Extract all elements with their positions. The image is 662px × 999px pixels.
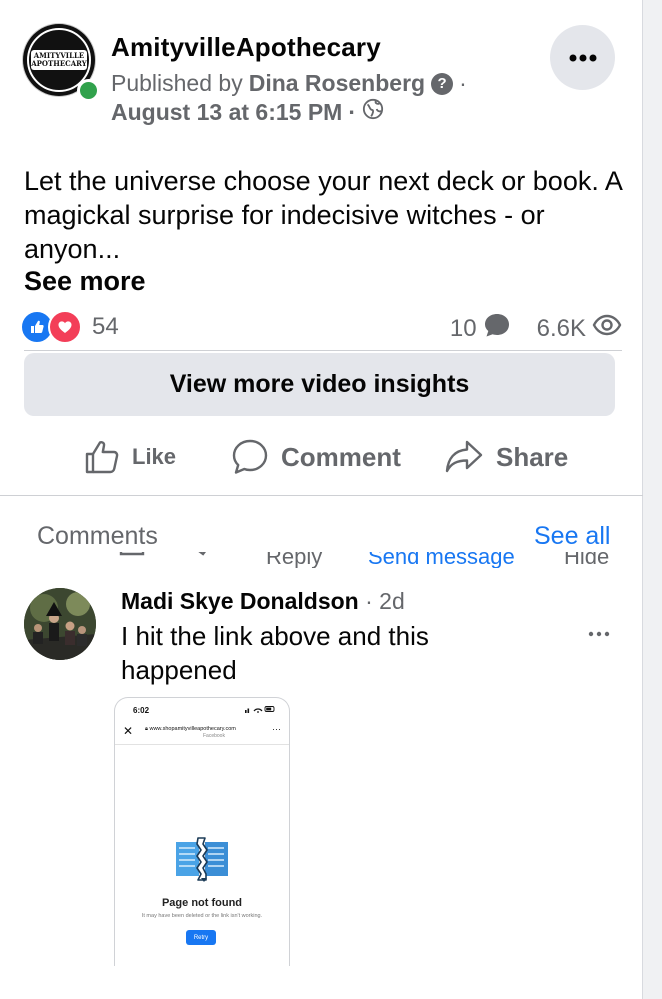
- comment-icon: [232, 439, 268, 474]
- comment-count[interactable]: 10: [450, 315, 477, 343]
- divider: [115, 744, 289, 745]
- comment-bubble-icon: [483, 312, 511, 345]
- reaction-count: 54: [92, 313, 119, 340]
- reactions-summary[interactable]: 54: [20, 310, 119, 344]
- attachment-retry-button: Retry: [186, 930, 216, 945]
- partial-comment-actions: Reply Send message Hide: [118, 552, 618, 568]
- question-icon[interactable]: ?: [431, 72, 454, 95]
- attachment-error-description: It may have been deleted or the link isn…: [141, 913, 263, 919]
- online-status-dot: [77, 79, 100, 102]
- comment-time[interactable]: 2d: [379, 588, 405, 614]
- attachment-status-icons: [245, 705, 275, 715]
- share-label: Share: [496, 441, 569, 472]
- more-dots-icon: ···: [272, 724, 281, 734]
- comment-attachment-image[interactable]: 6:02 ✕ 🔒︎ www.shopamityvilleapothecary.c…: [114, 697, 290, 966]
- comment-button[interactable]: Comment: [231, 432, 401, 482]
- more-dots-icon: [588, 631, 610, 637]
- more-dots-icon: [569, 54, 596, 61]
- comment-author[interactable]: Madi Skye Donaldson: [121, 588, 359, 614]
- partial-hide[interactable]: Hide: [564, 552, 609, 568]
- post-options-button[interactable]: [550, 25, 615, 90]
- divider: [24, 350, 622, 351]
- comment-author-row: Madi Skye Donaldson · 2d: [121, 588, 405, 615]
- published-by-prefix: Published by: [111, 70, 243, 96]
- share-button[interactable]: Share: [444, 432, 568, 482]
- like-icon: [85, 440, 119, 474]
- commenter-avatar-image: [24, 588, 96, 660]
- page-name[interactable]: AmityvilleApothecary: [111, 32, 381, 63]
- avatar-logo-line2: APOTHECARY: [31, 59, 87, 68]
- broken-book-icon: [173, 834, 231, 889]
- attachment-error-title: Page not found: [161, 897, 243, 909]
- comment-text: I hit the link above and this happened: [121, 621, 429, 685]
- meta-separator: ·: [459, 70, 467, 96]
- partial-reply[interactable]: Reply: [266, 552, 322, 568]
- meta-separator: ·: [348, 98, 357, 125]
- post-stats: 10 6.6K: [450, 312, 622, 345]
- publisher-name[interactable]: Dina Rosenberg: [249, 70, 425, 97]
- like-label: Like: [132, 444, 177, 469]
- commenter-avatar[interactable]: [24, 588, 96, 660]
- post-timestamp-row: August 13 at 6:15 PM ·: [111, 98, 384, 126]
- eye-icon: [592, 314, 622, 343]
- partial-icon: [118, 552, 148, 568]
- see-all-comments-link[interactable]: See all: [534, 522, 610, 551]
- view-count: 6.6K: [536, 314, 586, 342]
- comment-options-button[interactable]: [588, 620, 610, 643]
- post-actions-bar: Like Comment Share: [0, 432, 643, 482]
- scrollbar-track[interactable]: [642, 0, 662, 999]
- attachment-url: 🔒︎ www.shopamityvilleapothecary.com: [145, 726, 236, 733]
- partial-icon: [192, 552, 216, 568]
- comment-label: Comment: [281, 441, 401, 472]
- lock-icon: 🔒︎: [145, 726, 148, 732]
- post-text: Let the universe choose your next deck o…: [24, 166, 622, 264]
- avatar-logo: AMITYVILLE APOTHECARY: [31, 50, 87, 70]
- comments-header: Comments: [37, 522, 158, 550]
- globe-icon: [362, 98, 384, 126]
- view-insights-button[interactable]: View more video insights: [24, 353, 615, 416]
- divider: [0, 495, 643, 496]
- attachment-url-text: www.shopamityvilleapothecary.com: [149, 726, 236, 732]
- see-more-link[interactable]: See more: [24, 266, 146, 297]
- like-button[interactable]: Like: [84, 432, 176, 482]
- post-date[interactable]: August 13 at 6:15 PM: [111, 99, 342, 126]
- share-icon: [445, 440, 483, 473]
- attachment-url-sub: Facebook: [203, 733, 225, 739]
- published-by: Published by Dina Rosenberg ? ·: [111, 70, 467, 97]
- partial-send-message[interactable]: Send message: [368, 552, 515, 568]
- love-reaction-icon: [48, 310, 82, 344]
- attachment-status-time: 6:02: [133, 706, 150, 715]
- close-icon: ✕: [123, 724, 134, 738]
- comment-separator: ·: [365, 588, 373, 614]
